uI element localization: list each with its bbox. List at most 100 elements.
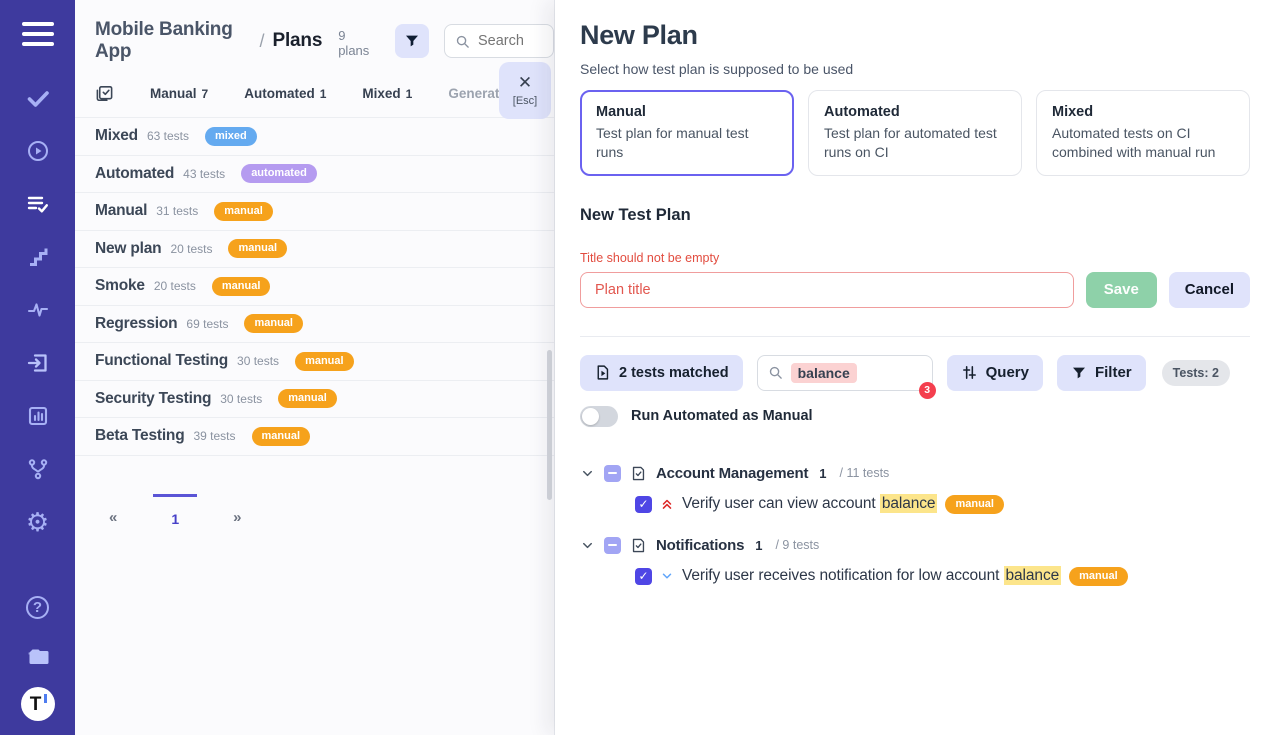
pagination-prev-button[interactable]: « <box>103 495 123 530</box>
test-type-badge: manual <box>1069 567 1128 586</box>
app-logo[interactable]: T <box>21 687 55 721</box>
search-count-badge: 3 <box>919 382 936 399</box>
filter-button[interactable]: Filter <box>1057 355 1146 391</box>
type-card-mixed[interactable]: Mixed Automated tests on CI combined wit… <box>1036 90 1250 176</box>
plan-row-beta-testing[interactable]: Beta Testing 39 tests manual <box>75 418 554 456</box>
search-term-chip: balance <box>791 363 857 383</box>
suite-account-management: Account Management 1 / 11 tests ✓ Verify… <box>580 465 1250 514</box>
pagination-next-button[interactable]: » <box>227 495 247 530</box>
plan-row-functional-testing[interactable]: Functional Testing 30 tests manual <box>75 343 554 381</box>
pulse-activity-icon[interactable] <box>24 296 52 324</box>
projects-folder-icon[interactable] <box>24 643 52 671</box>
plan-row-manual[interactable]: Manual 31 tests manual <box>75 193 554 231</box>
tests-count-badge: Tests: 2 <box>1162 360 1230 386</box>
plan-type-badge: mixed <box>205 127 257 146</box>
title-error-message: Title should not be empty <box>580 251 1250 265</box>
tests-search-input[interactable]: balance 3 <box>757 355 933 391</box>
chevron-down-icon[interactable] <box>580 538 595 553</box>
suite-name[interactable]: Notifications <box>656 537 744 554</box>
pagination: « 1 » <box>103 494 554 531</box>
title-form-row: Save Cancel <box>580 272 1250 308</box>
priority-low-icon <box>660 569 674 583</box>
plan-type-badge: manual <box>244 314 303 333</box>
import-login-icon[interactable] <box>24 349 52 377</box>
plans-scrollbar-thumb[interactable] <box>547 350 552 500</box>
funnel-icon <box>404 33 420 49</box>
tab-mixed[interactable]: Mixed1 <box>362 86 412 101</box>
plans-count: 9 plans <box>338 28 375 58</box>
tests-matched-button[interactable]: 2 tests matched <box>580 355 743 391</box>
plans-search-field[interactable] <box>478 33 538 49</box>
plan-row-automated[interactable]: Automated 43 tests automated <box>75 156 554 194</box>
plan-type-cards: Manual Test plan for manual test runs Au… <box>580 90 1250 176</box>
plan-type-badge: manual <box>214 202 273 221</box>
plan-type-badge: automated <box>241 164 317 183</box>
plan-row-smoke[interactable]: Smoke 20 tests manual <box>75 268 554 306</box>
run-automated-toggle-row: Run Automated as Manual <box>580 406 1250 427</box>
plans-search-input[interactable] <box>444 24 554 58</box>
test-checkbox-checked[interactable]: ✓ <box>635 568 652 585</box>
test-title[interactable]: Verify user receives notification for lo… <box>682 567 1061 585</box>
test-title[interactable]: Verify user can view account balance <box>682 495 937 513</box>
runs-play-circle-icon[interactable] <box>24 137 52 165</box>
chevron-down-icon[interactable] <box>580 466 595 481</box>
tests-check-icon[interactable] <box>24 84 52 112</box>
close-panel-button[interactable]: ✕ [Esc] <box>499 62 551 119</box>
test-checkbox-checked[interactable]: ✓ <box>635 496 652 513</box>
funnel-icon <box>1071 365 1087 381</box>
document-check-icon <box>630 465 647 482</box>
cancel-button[interactable]: Cancel <box>1169 272 1250 308</box>
menu-hamburger-icon[interactable] <box>22 22 54 46</box>
steps-stairs-icon[interactable] <box>24 243 52 271</box>
suite-checkbox-indeterminate[interactable] <box>604 465 621 482</box>
help-icon[interactable]: ? <box>24 593 52 621</box>
select-all-plans-icon[interactable] <box>95 84 114 103</box>
priority-high-icon <box>660 497 674 511</box>
suite-notifications: Notifications 1 / 9 tests ✓ Verify user … <box>580 537 1250 586</box>
suite-total-count: / 11 tests <box>840 466 890 480</box>
query-button[interactable]: Query <box>947 355 1043 391</box>
plan-row-new-plan[interactable]: New plan 20 tests manual <box>75 231 554 269</box>
test-type-badge: manual <box>945 495 1004 514</box>
sliders-icon <box>961 364 978 381</box>
breadcrumb-project[interactable]: Mobile Banking App <box>95 19 251 63</box>
pagination-page-1[interactable]: 1 <box>153 494 197 531</box>
plan-type-tabs: Manual7 Automated1 Mixed1 Generated <box>75 58 554 117</box>
test-plans-list-check-icon[interactable] <box>24 190 52 218</box>
type-card-automated[interactable]: Automated Test plan for automated test r… <box>808 90 1022 176</box>
type-card-manual[interactable]: Manual Test plan for manual test runs <box>580 90 794 176</box>
plan-type-badge: manual <box>212 277 271 296</box>
esc-key-hint: [Esc] <box>513 95 537 107</box>
plans-header: Mobile Banking App / Plans 9 plans <box>75 0 554 58</box>
plan-type-badge: manual <box>228 239 287 258</box>
plan-title-input[interactable] <box>580 272 1074 308</box>
plan-row-regression[interactable]: Regression 69 tests manual <box>75 306 554 344</box>
plan-list: Mixed 63 tests mixed Automated 43 tests … <box>75 117 554 456</box>
tab-automated[interactable]: Automated1 <box>244 86 326 101</box>
suite-selected-count: 1 <box>755 538 762 553</box>
suite-total-count: / 9 tests <box>775 538 819 552</box>
suite-checkbox-indeterminate[interactable] <box>604 537 621 554</box>
branch-git-icon[interactable] <box>24 455 52 483</box>
plan-row-mixed[interactable]: Mixed 63 tests mixed <box>75 118 554 156</box>
suite-name[interactable]: Account Management <box>656 465 808 482</box>
save-button[interactable]: Save <box>1086 272 1157 308</box>
tests-toolbar: 2 tests matched balance 3 Query Filter T… <box>580 355 1250 391</box>
search-icon <box>455 34 470 49</box>
settings-gear-icon[interactable]: ⚙ <box>24 508 52 536</box>
plans-filter-button[interactable] <box>395 24 429 58</box>
plan-type-badge: manual <box>252 427 311 446</box>
suite-selected-count: 1 <box>819 466 826 481</box>
plan-row-security-testing[interactable]: Security Testing 30 tests manual <box>75 381 554 419</box>
plan-type-badge: manual <box>278 389 337 408</box>
search-highlight: balance <box>1004 566 1062 585</box>
analytics-chart-icon[interactable] <box>24 402 52 430</box>
breadcrumb-separator: / <box>259 31 264 52</box>
run-document-icon <box>594 364 611 381</box>
new-plan-panel: New Plan Select how test plan is suppose… <box>555 0 1280 735</box>
run-automated-toggle[interactable] <box>580 406 618 427</box>
search-highlight: balance <box>880 494 938 513</box>
tab-manual[interactable]: Manual7 <box>150 86 208 101</box>
section-divider <box>580 336 1250 337</box>
test-tree: Account Management 1 / 11 tests ✓ Verify… <box>580 465 1250 586</box>
